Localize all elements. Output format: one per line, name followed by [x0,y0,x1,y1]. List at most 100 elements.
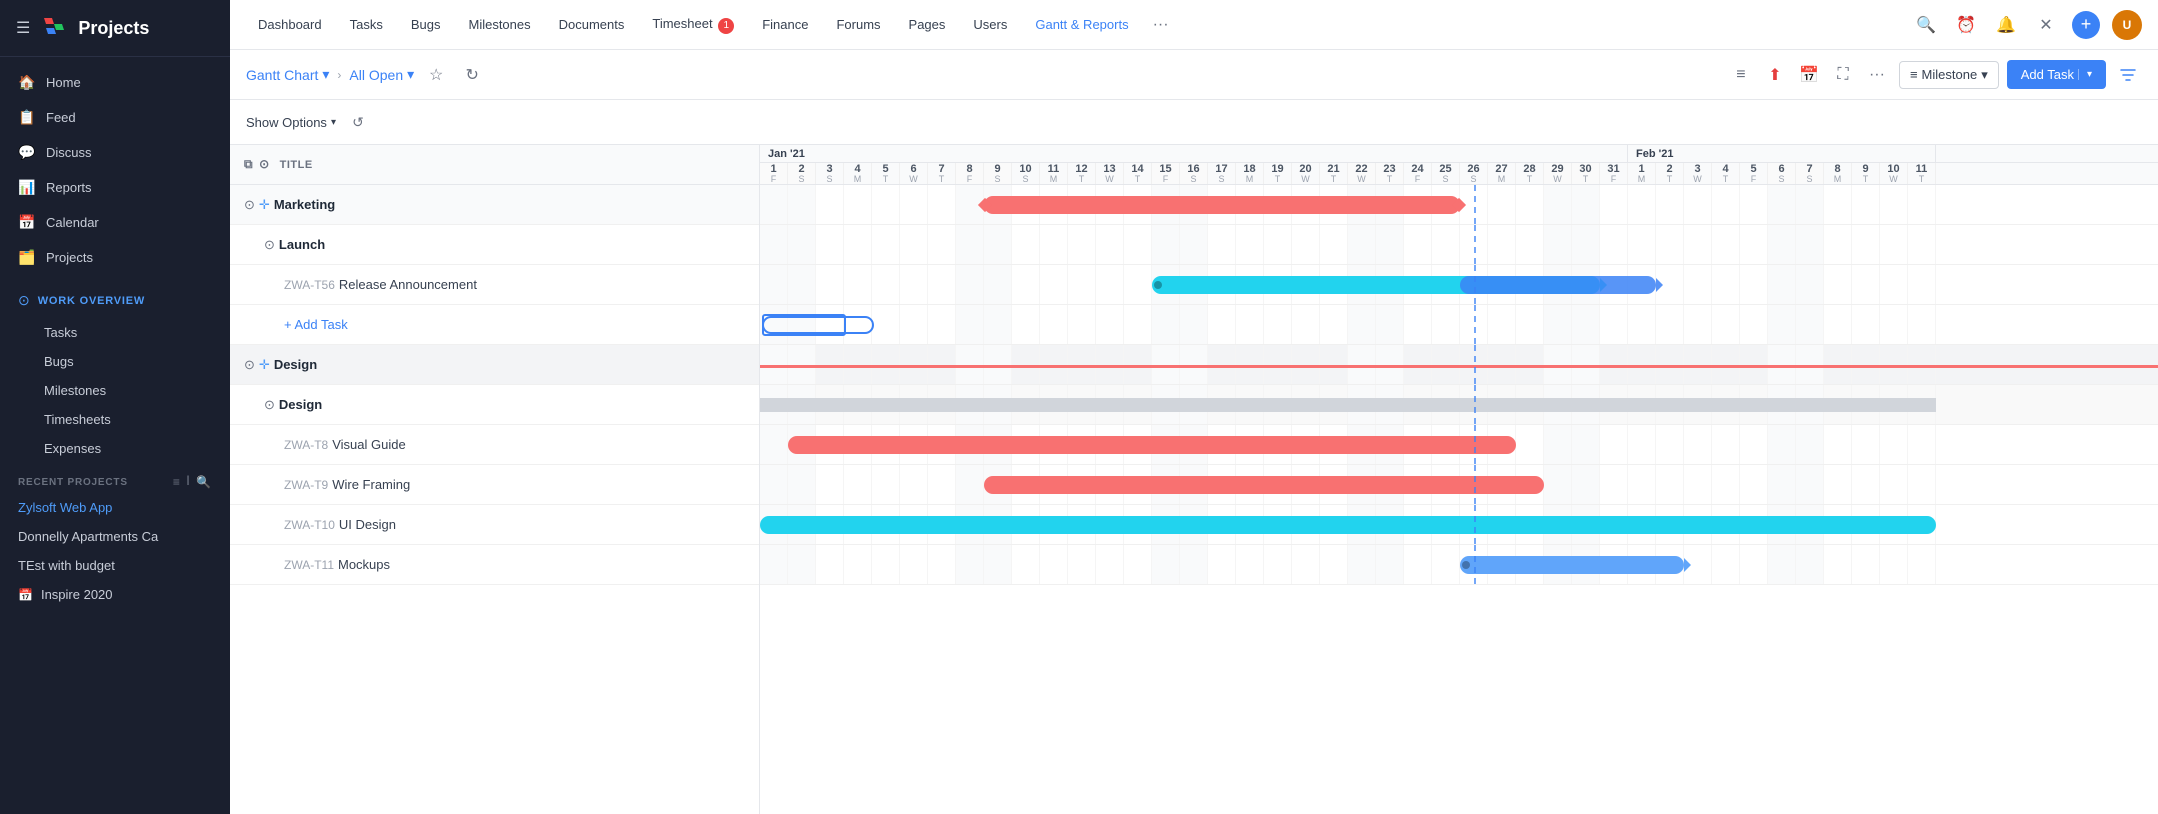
table-row[interactable]: ZWA-T9 Wire Framing [230,465,759,505]
nav-milestones[interactable]: Milestones [456,11,542,38]
day-cell: 7S [1796,163,1824,184]
gantt-cell [1852,265,1880,304]
gantt-cell [1852,505,1880,544]
fullscreen-icon[interactable]: ⛶ [1829,61,1857,89]
gantt-cell [1124,465,1152,504]
sidebar-sub-tasks[interactable]: Tasks [0,318,230,347]
gantt-cell [816,185,844,224]
gantt-cell [1264,265,1292,304]
gantt-cell [1740,465,1768,504]
sidebar-item-projects[interactable]: 🗂️ Projects [0,240,230,275]
copy-icon[interactable]: ⧉ [244,157,253,172]
sidebar-item-calendar[interactable]: 📅 Calendar [0,205,230,240]
nav-users[interactable]: Users [961,11,1019,38]
toolbar: Gantt Chart ▾ › All Open ▾ ☆ ↻ ≡ ⬆ 📅 ⛶ ·… [230,50,2158,100]
undo-button[interactable]: ↺ [344,108,372,136]
title-header: ⧉ ⊙ TITLE [230,145,759,185]
notification-button[interactable]: 🔔 [1992,11,2020,39]
search-icon[interactable]: 🔍 [196,475,212,489]
gantt-cell [1852,545,1880,584]
gantt-cell [1544,505,1572,544]
recent-project-test-budget[interactable]: TEst with budget [0,551,230,580]
sidebar-item-reports[interactable]: 📊 Reports [0,170,230,205]
sidebar-sub-bugs[interactable]: Bugs [0,347,230,376]
gantt-cell [1264,465,1292,504]
more-options-icon[interactable]: ··· [1863,61,1891,89]
show-options-label: Show Options [246,115,327,130]
sidebar-item-home[interactable]: 🏠 Home [0,65,230,100]
sidebar-sub-milestones[interactable]: Milestones [0,376,230,405]
table-row[interactable]: ⊙ ✛ Marketing [230,185,759,225]
gantt-row [760,465,2158,505]
gantt-cell [816,465,844,504]
gantt-cell [788,265,816,304]
nav-tasks[interactable]: Tasks [338,11,395,38]
refresh-button[interactable]: ↻ [458,61,486,89]
gantt-cell [1068,265,1096,304]
gantt-cell [1404,465,1432,504]
calendar-view-icon[interactable]: 📅 [1795,61,1823,89]
gantt-chart[interactable]: Jan '21 Feb '21 1F2S3S4M5T6W7T8F9S10S11M… [760,145,2158,814]
work-overview-label: WORK OVERVIEW [38,295,145,307]
gantt-cell [788,385,816,424]
nav-pages[interactable]: Pages [897,11,958,38]
search-button[interactable]: 🔍 [1912,11,1940,39]
add-task-button[interactable]: Add Task ▾ [2007,60,2106,89]
user-avatar[interactable]: U [2112,10,2142,40]
sidebar-sub-expenses[interactable]: Expenses [0,434,230,463]
table-row[interactable]: ⊙ Design [230,385,759,425]
table-row[interactable]: ZWA-T56 Release Announcement [230,265,759,305]
list-view-icon[interactable]: ≡ [1727,61,1755,89]
work-overview-header[interactable]: ⊙ WORK OVERVIEW [0,283,230,318]
gantt-cell [900,385,928,424]
gantt-cell [1376,385,1404,424]
milestone-button[interactable]: ≡ Milestone ▾ [1899,61,1999,89]
list-icon[interactable]: ≡ [173,475,181,489]
gantt-cell [1740,505,1768,544]
star-button[interactable]: ☆ [422,61,450,89]
gantt-cell [1236,305,1264,344]
sidebar-item-feed[interactable]: 📋 Feed [0,100,230,135]
nav-bugs[interactable]: Bugs [399,11,453,38]
sidebar-item-inspire[interactable]: 📅 Inspire 2020 [0,580,230,609]
nav-gantt[interactable]: Gantt & Reports [1023,11,1140,38]
gantt-cell [872,225,900,264]
hamburger-icon[interactable]: ☰ [16,18,30,38]
nav-forums[interactable]: Forums [824,11,892,38]
add-task-row[interactable]: + Add Task [230,305,759,345]
sidebar-sub-timesheets[interactable]: Timesheets [0,405,230,434]
nav-dashboard[interactable]: Dashboard [246,11,334,38]
table-row[interactable]: ⊙ ✛ Design [230,345,759,385]
alarm-button[interactable]: ⏰ [1952,11,1980,39]
gantt-chart-button[interactable]: Gantt Chart ▾ [246,66,329,83]
nav-timesheet[interactable]: Timesheet 1 [640,10,746,40]
sidebar-item-discuss[interactable]: 💬 Discuss [0,135,230,170]
recent-project-donnelly[interactable]: Donnelly Apartments Ca [0,522,230,551]
gantt-cell [1488,345,1516,384]
day-cell: 3W [1684,163,1712,184]
export-icon[interactable]: ⬆ [1761,61,1789,89]
show-options-button[interactable]: Show Options ▾ [246,115,336,130]
gantt-cell [1432,185,1460,224]
table-row[interactable]: ⊙ Launch [230,225,759,265]
recent-project-zylsoft[interactable]: Zylsoft Web App [0,493,230,522]
nav-more[interactable]: ··· [1145,10,1177,40]
nav-documents[interactable]: Documents [547,11,637,38]
gantt-cell [1292,385,1320,424]
expand-circle-icon[interactable]: ⊙ [259,157,270,172]
table-row[interactable]: ZWA-T11 Mockups [230,545,759,585]
nav-finance[interactable]: Finance [750,11,820,38]
gantt-cell [1600,465,1628,504]
close-button[interactable]: ✕ [2032,11,2060,39]
task-code: ZWA-T8 [284,438,328,452]
table-row[interactable]: ZWA-T10 UI Design [230,505,759,545]
home-icon: 🏠 [18,74,36,91]
add-button[interactable]: + [2072,11,2100,39]
gantt-cell [788,305,816,344]
filter-button[interactable] [2114,61,2142,89]
all-open-button[interactable]: All Open ▾ [349,66,414,83]
gantt-cell [1320,185,1348,224]
table-row[interactable]: ZWA-T8 Visual Guide [230,425,759,465]
add-task-link[interactable]: + Add Task [284,317,348,332]
gantt-cell [1908,385,1936,424]
